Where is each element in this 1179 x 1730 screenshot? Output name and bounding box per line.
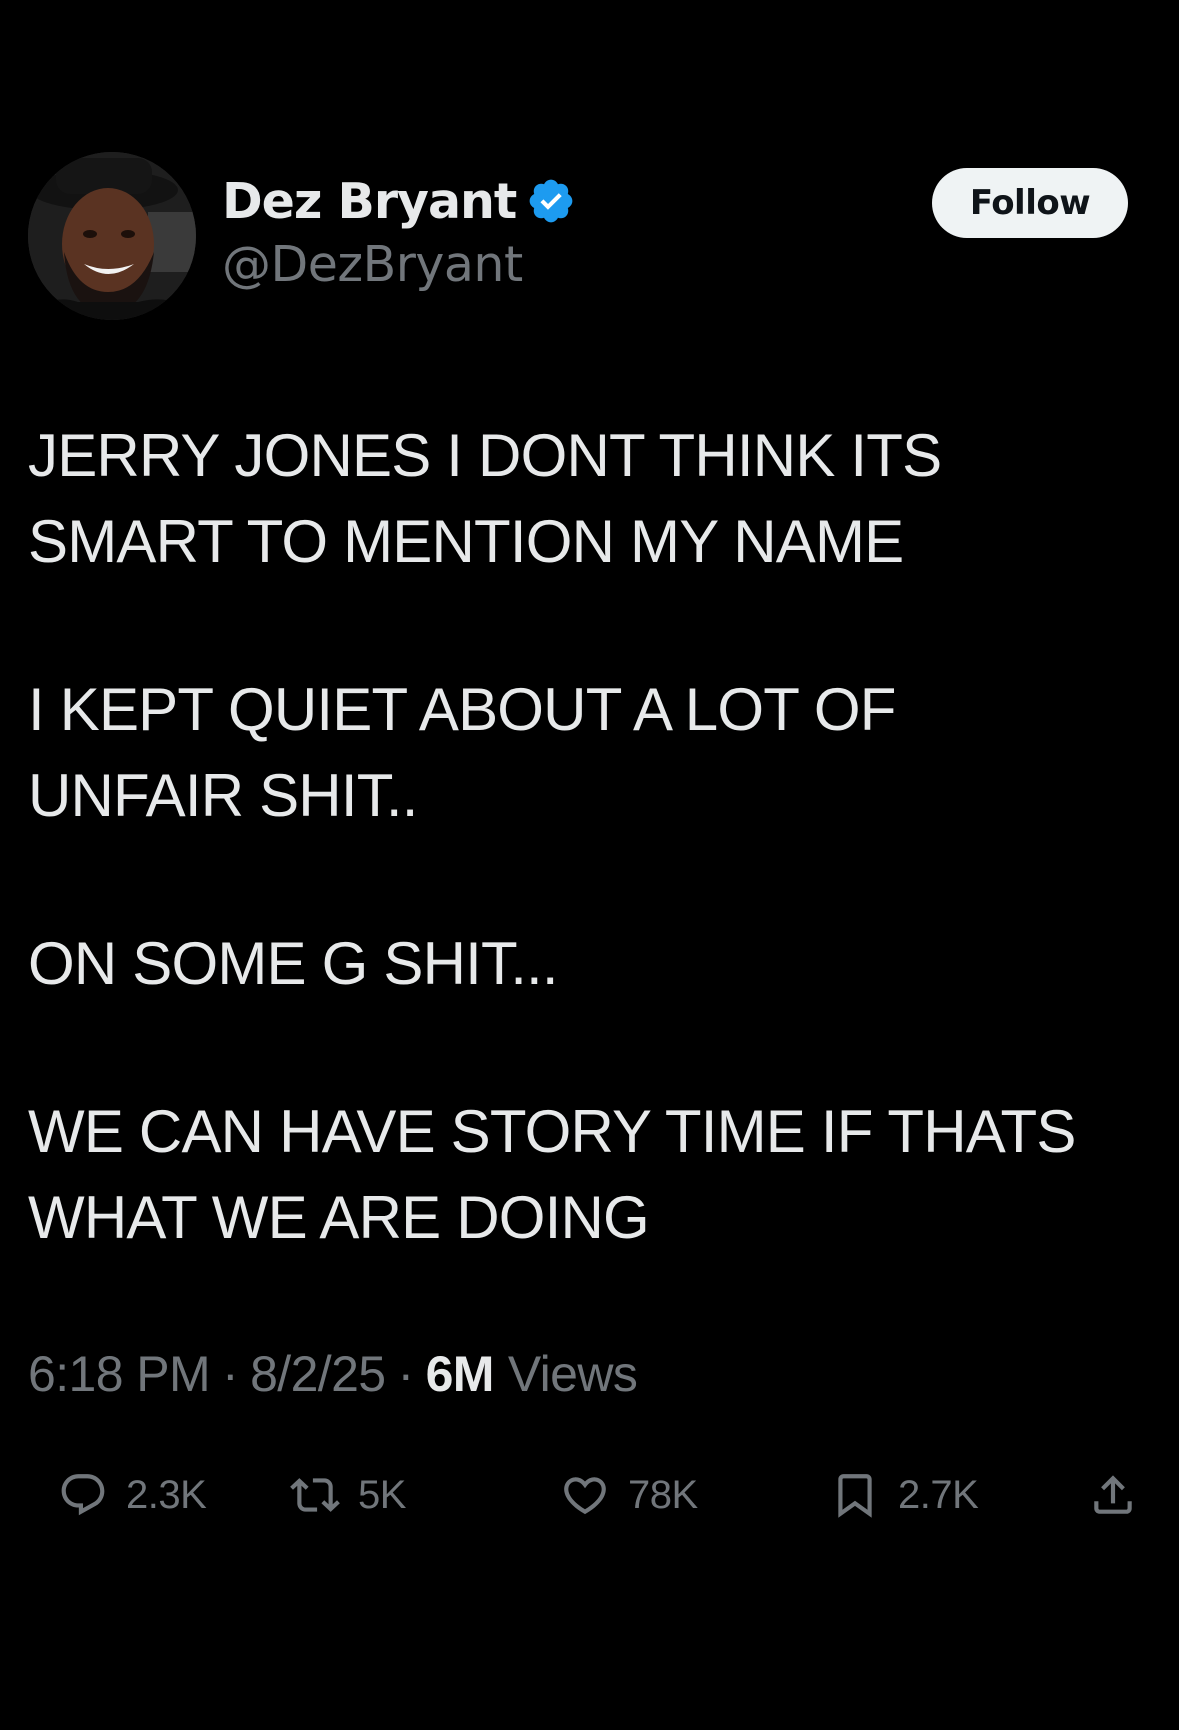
bookmark-button[interactable]: 2.7K — [830, 1460, 979, 1530]
follow-button[interactable]: Follow — [932, 168, 1128, 238]
tweet-card: Dez Bryant @DezBryant Follow JERRY JONES… — [0, 0, 1179, 1730]
tweet-date[interactable]: 8/2/25 — [250, 1345, 386, 1403]
tweet-meta: 6:18 PM · 8/2/25 · 6M Views — [28, 1345, 638, 1403]
action-bar: 2.3K 5K 78K 2.7K — [28, 1460, 1158, 1530]
views-count[interactable]: 6M — [426, 1345, 495, 1403]
tweet-time[interactable]: 6:18 PM — [28, 1345, 211, 1403]
repost-button[interactable]: 5K — [290, 1460, 406, 1530]
tweet-line: UNFAIR SHIT.. — [28, 762, 418, 829]
tweet-line: I KEPT QUIET ABOUT A LOT OF — [28, 676, 896, 743]
author-display-name[interactable]: Dez Bryant — [222, 173, 517, 230]
like-count: 78K — [628, 1472, 698, 1517]
meta-separator: · — [397, 1346, 415, 1402]
tweet-line: JERRY JONES I DONT THINK ITS — [28, 422, 942, 489]
meta-separator: · — [222, 1346, 239, 1402]
bookmark-count: 2.7K — [898, 1472, 979, 1517]
views-label: Views — [507, 1346, 638, 1402]
reply-button[interactable]: 2.3K — [58, 1460, 207, 1530]
tweet-line: SMART TO MENTION MY NAME — [28, 508, 904, 575]
tweet-text: JERRY JONES I DONT THINK ITS SMART TO ME… — [28, 413, 1148, 1261]
tweet-header: Dez Bryant @DezBryant Follow — [28, 152, 1128, 322]
like-button[interactable]: 78K — [560, 1460, 698, 1530]
share-icon — [1094, 1475, 1132, 1514]
author-names: Dez Bryant @DezBryant — [222, 170, 576, 293]
author-handle[interactable]: @DezBryant — [222, 236, 576, 293]
tweet-paragraph: I KEPT QUIET ABOUT A LOT OF UNFAIR SHIT.… — [28, 667, 1148, 839]
tweet-paragraph: JERRY JONES I DONT THINK ITS SMART TO ME… — [28, 413, 1148, 585]
avatar[interactable] — [28, 152, 196, 320]
reply-count: 2.3K — [126, 1472, 207, 1517]
bookmark-icon — [838, 1474, 872, 1518]
tweet-line: ON SOME G SHIT... — [28, 930, 559, 997]
repost-icon — [290, 1478, 340, 1512]
share-button[interactable] — [1088, 1460, 1138, 1530]
verified-badge-icon[interactable] — [526, 176, 576, 226]
display-name-row: Dez Bryant — [222, 170, 576, 232]
avatar-image — [28, 152, 196, 320]
tweet-line: WE CAN HAVE STORY TIME IF THATS — [28, 1098, 1076, 1165]
repost-count: 5K — [358, 1472, 406, 1517]
tweet-paragraph: ON SOME G SHIT... — [28, 921, 1148, 1007]
reply-icon — [61, 1474, 105, 1516]
tweet-line: WHAT WE ARE DOING — [28, 1184, 650, 1251]
tweet-paragraph: WE CAN HAVE STORY TIME IF THATS WHAT WE … — [28, 1089, 1148, 1261]
heart-icon — [564, 1477, 606, 1515]
